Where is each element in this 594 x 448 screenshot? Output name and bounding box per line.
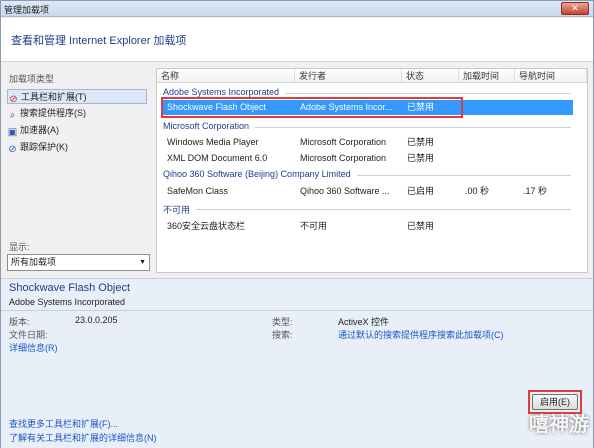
row-publisher: Qihoo 360 Software ... [300,186,390,196]
row-publisher: 不可用 [300,221,328,231]
group-name: Adobe Systems Incorporated [163,87,280,97]
details-publisher: Adobe Systems Incorporated [9,297,126,307]
group-divider [255,127,571,128]
gear-icon: ⊘ [9,94,18,105]
column-header-publisher[interactable]: 发行者 [295,69,402,83]
row-publisher: Microsoft Corporation [300,137,387,147]
addon-types-label: 加载项类型 [9,74,55,84]
type-label: 类型: [272,317,293,327]
table-row[interactable]: XML DOM Document 6.0 Microsoft Corporati… [163,151,573,166]
search-icon: ⌕ [9,110,16,121]
manage-addons-window: 管理加载项 ✕ 查看和管理 Internet Explorer 加载项 加载项类… [0,0,594,448]
page-title: 查看和管理 Internet Explorer 加载项 [11,35,187,47]
find-more-link[interactable]: 查找更多工具栏和扩展(F)... [9,417,118,430]
watermark-logo: 嘻神游 [529,414,589,436]
title-bar: 管理加载项 ✕ [1,1,593,17]
group-divider [285,93,571,94]
details-name: Shockwave Flash Object [9,282,131,294]
group-header: Microsoft Corporation [163,121,571,131]
table-row[interactable]: Windows Media Player Microsoft Corporati… [163,135,573,150]
group-header: 不可用 [163,203,571,216]
search-label: 搜索: [272,330,293,340]
table-row[interactable]: 360安全云盘状态栏 不可用 已禁用 [163,219,573,234]
row-status: 已禁用 [407,137,435,147]
group-header: Qihoo 360 Software (Beijing) Company Lim… [163,169,571,179]
sidebar-item-tracking-protection[interactable]: ⊘ 跟踪保护(K) [7,140,147,155]
sidebar-item-label: 工具栏和扩展(T) [21,92,87,102]
sidebar-item-label: 搜索提供程序(S) [20,108,86,118]
search-addon-link[interactable]: 通过默认的搜索提供程序搜索此加载项(C) [338,328,504,341]
column-header-status[interactable]: 状态 [402,69,459,83]
close-button[interactable]: ✕ [561,2,589,15]
sidebar-item-label: 跟踪保护(K) [20,142,68,152]
file-date-label: 文件日期: [9,330,48,340]
addons-list: 名称 发行者 状态 加载时间 导航时间 Adobe Systems Incorp… [156,68,588,273]
more-info-link[interactable]: 详细信息(R) [9,341,58,354]
group-name: Qihoo 360 Software (Beijing) Company Lim… [163,169,351,179]
sidebar-item-toolbars[interactable]: ⊘ 工具栏和扩展(T) [7,89,147,105]
header: 查看和管理 Internet Explorer 加载项 [1,18,593,62]
row-name: Windows Media Player [167,137,259,147]
show-select-value: 所有加载项 [11,257,57,267]
sidebar-item-search-providers[interactable]: ⌕ 搜索提供程序(S) [7,106,147,121]
row-name: SafeMon Class [167,186,229,196]
row-nav-time: .17 秒 [523,186,548,196]
chevron-down-icon: ▼ [139,259,146,266]
column-header-name[interactable]: 名称 [157,69,295,83]
row-name: XML DOM Document 6.0 [167,153,268,163]
sidebar-item-accelerators[interactable]: ▣ 加速器(A) [7,123,147,138]
block-icon: ⊘ [8,144,17,155]
accelerator-icon: ▣ [7,127,18,138]
row-status: 已禁用 [407,221,435,231]
row-name: 360安全云盘状态栏 [167,221,246,231]
highlight-box [161,97,463,118]
column-header-load-time[interactable]: 加载时间 [459,69,515,83]
divider [1,310,593,311]
column-header-nav-time[interactable]: 导航时间 [515,69,587,83]
row-load-time: .00 秒 [465,186,490,196]
version-label: 版本: [9,317,30,327]
sidebar-item-label: 加速器(A) [20,125,59,135]
version-value: 23.0.0.205 [75,315,118,325]
row-status: 已启用 [407,186,435,196]
row-status: 已禁用 [407,153,435,163]
group-divider [196,209,571,210]
show-select[interactable]: 所有加载项 ▼ [7,254,150,271]
type-value: ActiveX 控件 [338,317,390,327]
learn-more-link[interactable]: 了解有关工具栏和扩展的详细信息(N) [9,431,157,444]
group-name: Microsoft Corporation [163,121,250,131]
group-header: Adobe Systems Incorporated [163,87,571,97]
window-title: 管理加载项 [4,5,50,15]
show-label: 显示: [9,242,30,252]
group-divider [357,175,571,176]
group-name: 不可用 [163,205,191,215]
row-publisher: Microsoft Corporation [300,153,387,163]
table-row[interactable]: SafeMon Class Qihoo 360 Software ... 已启用… [163,184,573,199]
